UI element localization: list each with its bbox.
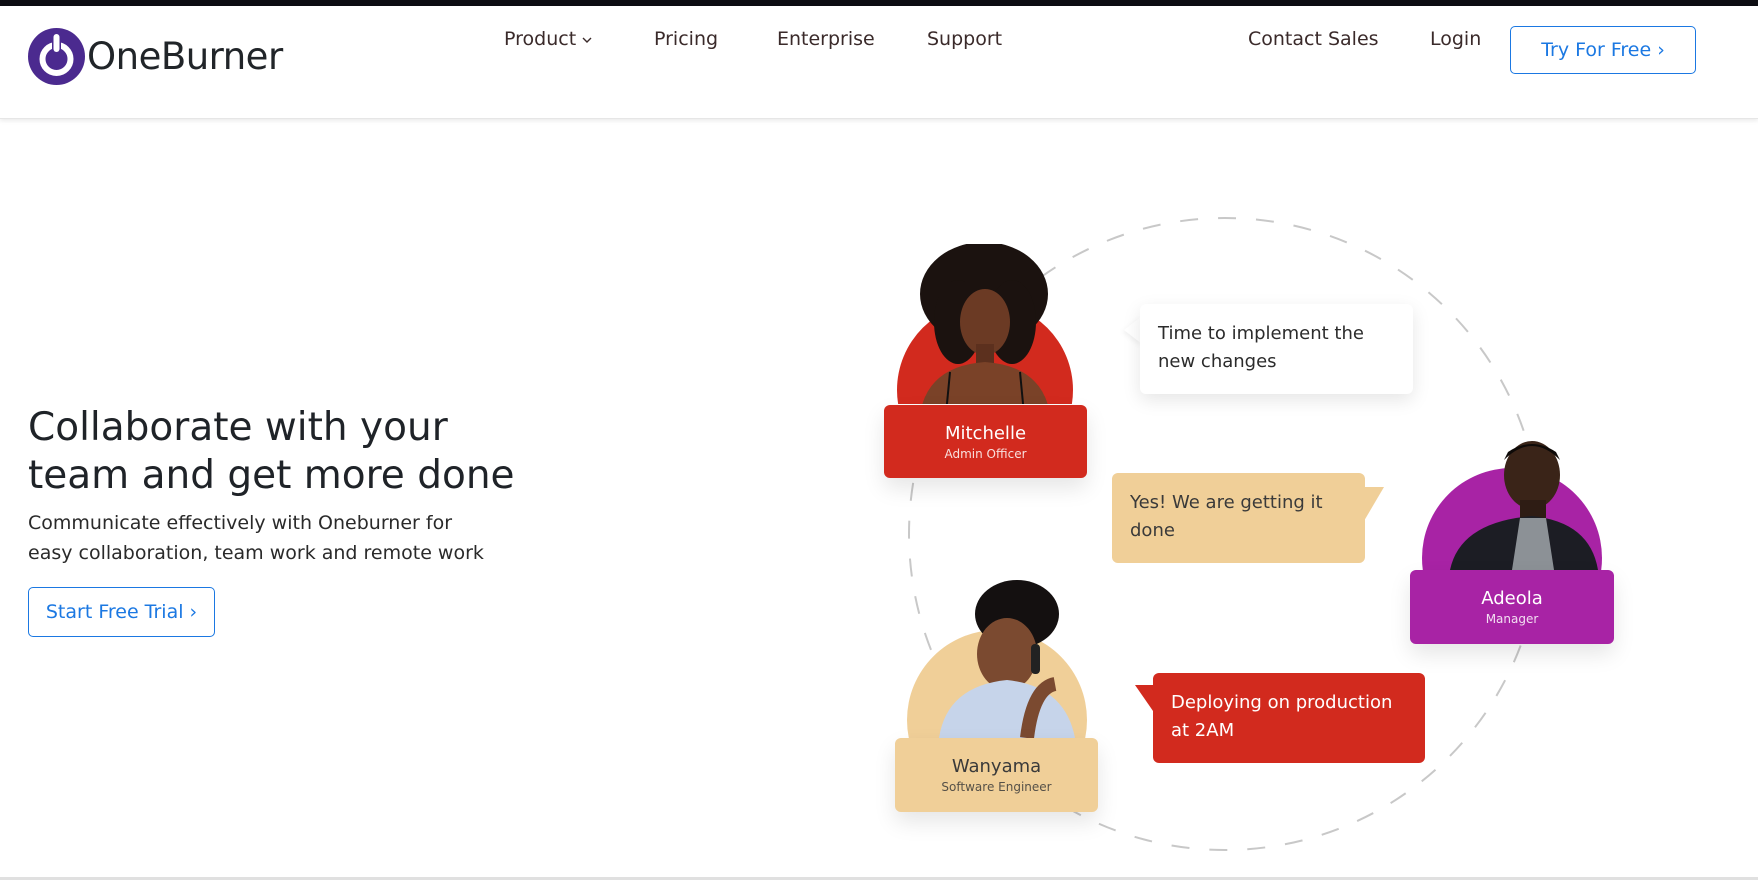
message-bubble-1: Time to implement the new changes	[1140, 304, 1413, 394]
adeola-role: Manager	[1485, 612, 1539, 626]
adeola-name-card: Adeola Manager	[1410, 570, 1614, 644]
wanyama-role: Software Engineer	[941, 780, 1052, 794]
bubble-tail	[1135, 685, 1153, 711]
adeola-avatar	[1422, 441, 1602, 570]
wanyama-avatar	[907, 580, 1087, 738]
bubble-tail	[1364, 487, 1384, 521]
mitchelle-name-card: Mitchelle Admin Officer	[884, 405, 1087, 478]
mitchelle-name: Mitchelle	[944, 423, 1027, 444]
wanyama-name: Wanyama	[951, 756, 1042, 777]
team-chat-illustration: Mitchelle Admin Officer Adeola Manager W…	[0, 0, 1758, 880]
message-bubble-3: Deploying on production at 2AM	[1153, 673, 1425, 763]
message-bubble-2: Yes! We are getting it done	[1112, 473, 1365, 563]
adeola-name: Adeola	[1481, 588, 1543, 609]
mitchelle-role: Admin Officer	[944, 447, 1027, 461]
mitchelle-avatar	[897, 244, 1073, 404]
wanyama-name-card: Wanyama Software Engineer	[895, 738, 1098, 812]
